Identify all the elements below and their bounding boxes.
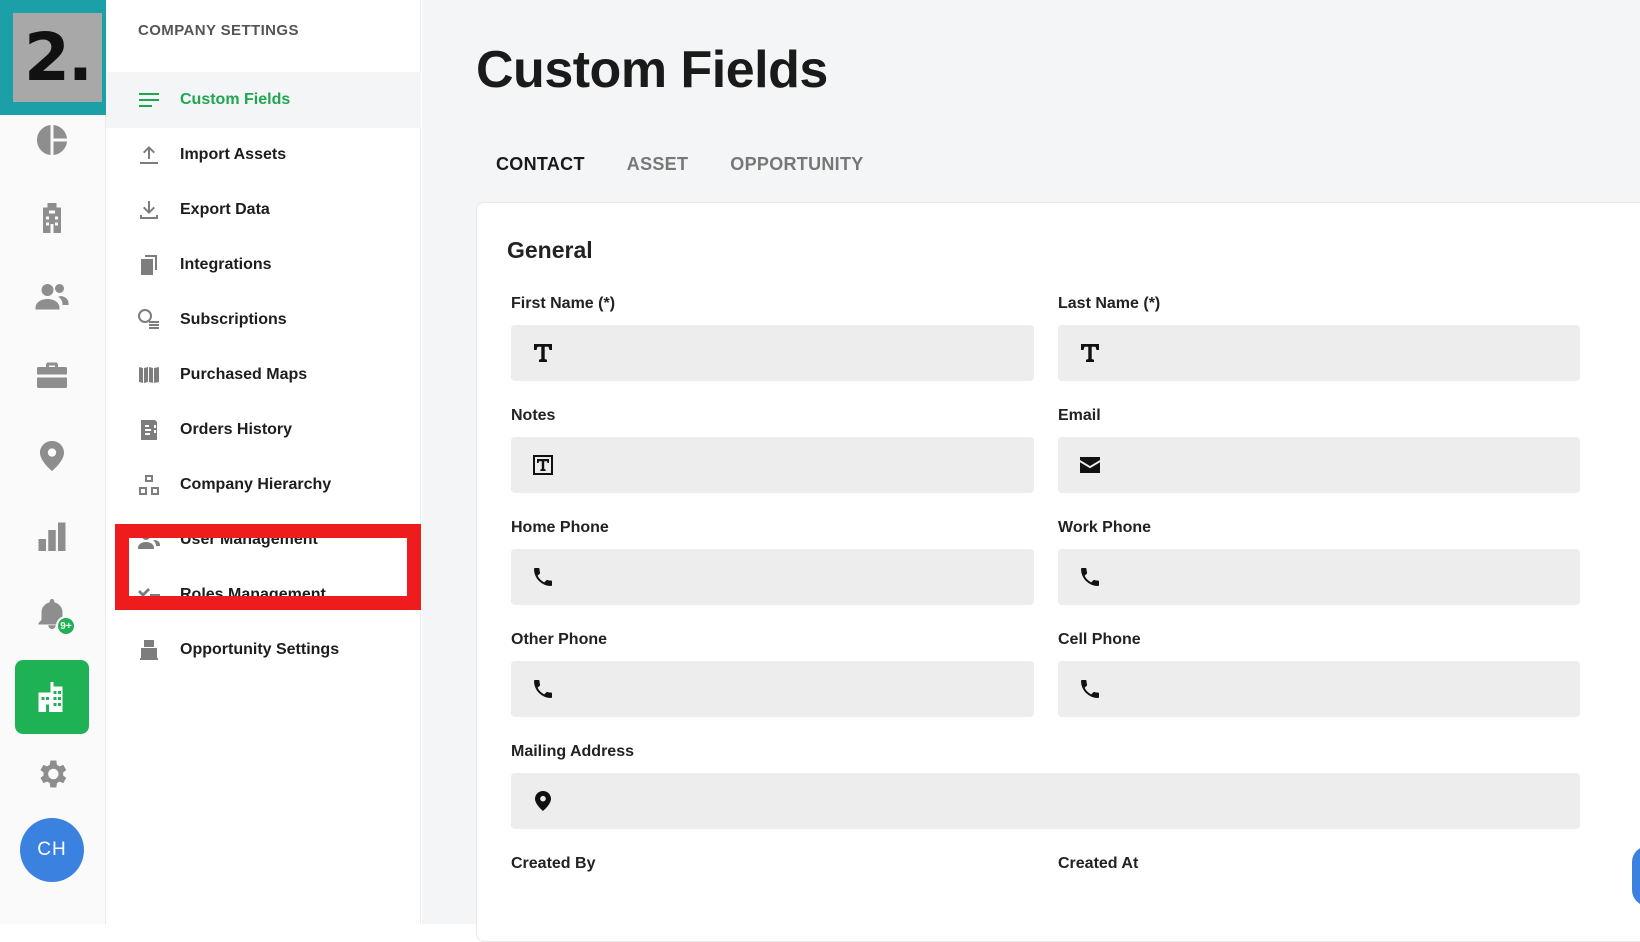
work-phone-label: Work Phone [1058,519,1152,536]
textbox-icon [533,455,553,475]
menu-item-label: Opportunity Settings [180,641,340,658]
icon-rail: 9+ CH [0,115,106,924]
envelope-icon [1080,457,1100,473]
created-by-label: Created By [511,855,596,872]
roles-icon [137,583,161,607]
briefcase-icon[interactable] [29,353,75,399]
download-icon [137,198,161,222]
phone-icon [534,680,552,698]
orders-icon [137,418,161,442]
page-title: Custom Fields [476,41,828,99]
hierarchy-icon [137,473,161,497]
menu-item-custom-fields[interactable]: Custom Fields [106,72,421,128]
opportunity-icon [137,638,161,662]
company-settings-panel: COMPANY SETTINGS Custom Fields Import As… [106,0,421,924]
tab-contact[interactable]: CONTACT [496,154,585,175]
home-phone-label: Home Phone [511,519,609,536]
menu-item-label: Import Assets [180,146,287,163]
text-icon [1081,344,1099,362]
main-content: Custom Fields CONTACT ASSET OPPORTUNITY … [422,0,1640,942]
text-icon [534,344,552,362]
menu-item-label: Orders History [180,421,293,438]
menu-item-label: Company Hierarchy [180,476,332,493]
bar-chart-icon[interactable] [29,513,75,559]
pie-chart-icon[interactable] [29,117,75,163]
menu-item-purchased-maps[interactable]: Purchased Maps [106,347,421,403]
menu-item-integrations[interactable]: Integrations [106,237,421,293]
section-title: General [507,237,593,263]
mailing-address-field[interactable] [511,773,1580,829]
menu-item-orders-history[interactable]: Orders History [106,402,421,458]
cell-phone-label: Cell Phone [1058,631,1141,648]
menu-item-label: Subscriptions [180,311,287,328]
location-pin-icon[interactable] [29,433,75,479]
phone-icon [1081,568,1099,586]
first-name-label: First Name (*) [511,295,616,312]
users-icon [137,528,161,552]
menu-item-label: Custom Fields [180,91,291,108]
other-phone-field[interactable] [511,661,1034,717]
company-settings-button[interactable] [15,660,89,734]
maps-icon [137,363,161,387]
upload-icon [137,143,161,167]
menu-item-import-assets[interactable]: Import Assets [106,127,421,183]
settings-header: COMPANY SETTINGS [138,22,299,39]
email-field[interactable] [1058,437,1580,493]
mailing-address-label: Mailing Address [511,743,634,760]
phone-icon [1081,680,1099,698]
integrations-icon [137,253,161,277]
menu-item-company-hierarchy[interactable]: Company Hierarchy [106,457,421,513]
menu-item-subscriptions[interactable]: Subscriptions [106,292,421,348]
work-phone-field[interactable] [1058,549,1580,605]
building-icon[interactable] [29,195,75,241]
first-name-field[interactable] [511,325,1034,381]
menu-item-label: Purchased Maps [180,366,308,383]
menu-item-label: Roles Management [180,586,326,603]
location-pin-icon [535,791,551,811]
menu-item-label: Integrations [180,256,272,273]
phone-icon [534,568,552,586]
last-name-field[interactable] [1058,325,1580,381]
avatar[interactable]: CH [20,818,84,882]
fields-card: General First Name (*) Last Name (*) Not… [476,202,1640,942]
company-icon [38,682,63,712]
home-phone-field[interactable] [511,549,1034,605]
menu-item-user-management[interactable]: User Management [106,512,421,568]
step-badge: 2. [0,0,115,115]
menu-item-roles-management[interactable]: Roles Management [106,567,421,623]
coins-icon [137,308,161,332]
notes-field[interactable] [511,437,1034,493]
other-phone-label: Other Phone [511,631,608,648]
notes-label: Notes [511,407,556,424]
menu-item-opportunity-settings[interactable]: Opportunity Settings [106,622,421,678]
created-at-label: Created At [1058,855,1139,872]
tab-asset[interactable]: ASSET [627,154,689,175]
tab-opportunity[interactable]: OPPORTUNITY [730,154,863,175]
step-number: 2. [13,13,102,102]
entity-tabs: CONTACT ASSET OPPORTUNITY [496,154,864,175]
notification-count-badge: 9+ [56,616,76,636]
menu-item-label: User Management [180,531,318,548]
lines-icon [137,88,161,112]
gear-icon[interactable] [29,751,75,797]
email-label: Email [1058,407,1101,424]
menu-item-export-data[interactable]: Export Data [106,182,421,238]
last-name-label: Last Name (*) [1058,295,1161,312]
menu-item-label: Export Data [180,201,270,218]
contacts-icon[interactable] [29,273,75,319]
floating-action-button[interactable] [1632,846,1640,906]
cell-phone-field[interactable] [1058,661,1580,717]
